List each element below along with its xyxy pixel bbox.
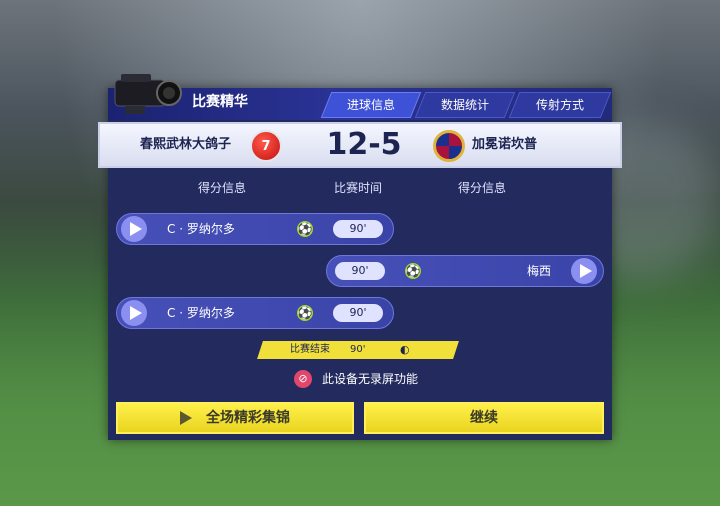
soccer-ball-icon: ⚽ xyxy=(297,221,313,237)
column-header-left: 得分信息 xyxy=(198,181,247,195)
away-team-name: 加冕诺坎普 xyxy=(472,137,538,152)
away-team-badge xyxy=(433,130,465,162)
goal-scorer-name: 梅西 xyxy=(527,264,552,278)
match-end-bar: 比赛结束 90' ◐ xyxy=(257,341,459,359)
highlights-button[interactable]: 全场精彩集锦 xyxy=(116,402,354,434)
no-record-text: 此设备无录屏功能 xyxy=(322,372,419,386)
play-icon xyxy=(180,411,192,425)
panel-header: 比赛精华 进球信息 数据统计 传射方式 xyxy=(108,74,612,120)
play-replay-button[interactable] xyxy=(571,258,597,284)
soccer-ball-icon: ⚽ xyxy=(297,305,313,321)
home-team-badge: 7 xyxy=(250,130,282,162)
goal-scorer-name: C · 罗纳尔多 xyxy=(167,222,235,236)
tab-statistics[interactable]: 数据统计 xyxy=(414,92,516,118)
play-replay-button[interactable] xyxy=(121,216,147,242)
match-end-label: 比赛结束 xyxy=(290,344,330,355)
no-record-icon: ⊘ xyxy=(294,370,312,388)
play-replay-button[interactable] xyxy=(121,300,147,326)
tab-shot-type[interactable]: 传射方式 xyxy=(508,92,612,118)
goal-event-row: C · 罗纳尔多 ⚽ 90' xyxy=(116,297,394,329)
goal-event-row: C · 罗纳尔多 ⚽ 90' xyxy=(116,213,394,245)
goal-time: 90' xyxy=(335,262,385,280)
panel-title: 比赛精华 xyxy=(192,94,248,110)
tab-goal-info[interactable]: 进球信息 xyxy=(320,92,422,118)
column-header-middle: 比赛时间 xyxy=(334,181,383,195)
goal-scorer-name: C · 罗纳尔多 xyxy=(167,306,235,320)
match-score: 12-5 xyxy=(326,127,402,162)
home-team-name: 春熙武林大鸽子 xyxy=(140,137,232,152)
column-header-right: 得分信息 xyxy=(458,181,507,195)
goal-time: 90' xyxy=(333,304,383,322)
highlights-button-label: 全场精彩集锦 xyxy=(206,410,290,426)
scoreboard: 春熙武林大鸽子 7 12-5 加冕诺坎普 xyxy=(98,122,622,168)
goal-event-row: 90' ⚽ 梅西 xyxy=(326,255,604,287)
continue-button[interactable]: 继续 xyxy=(364,402,604,434)
goal-time: 90' xyxy=(333,220,383,238)
whistle-icon: ◐ xyxy=(400,343,410,356)
tab-bar: 进球信息 数据统计 传射方式 xyxy=(320,92,612,118)
video-camera-icon xyxy=(114,74,182,114)
match-end-time: 90' xyxy=(350,344,366,355)
column-headers: 得分信息 比赛时间 得分信息 xyxy=(108,178,612,202)
home-badge-number: 7 xyxy=(261,139,271,154)
match-highlights-panel: 比赛精华 进球信息 数据统计 传射方式 春熙武林大鸽子 7 12-5 加冕诺坎普… xyxy=(98,74,622,440)
soccer-ball-icon: ⚽ xyxy=(405,263,421,279)
continue-button-label: 继续 xyxy=(470,410,498,426)
